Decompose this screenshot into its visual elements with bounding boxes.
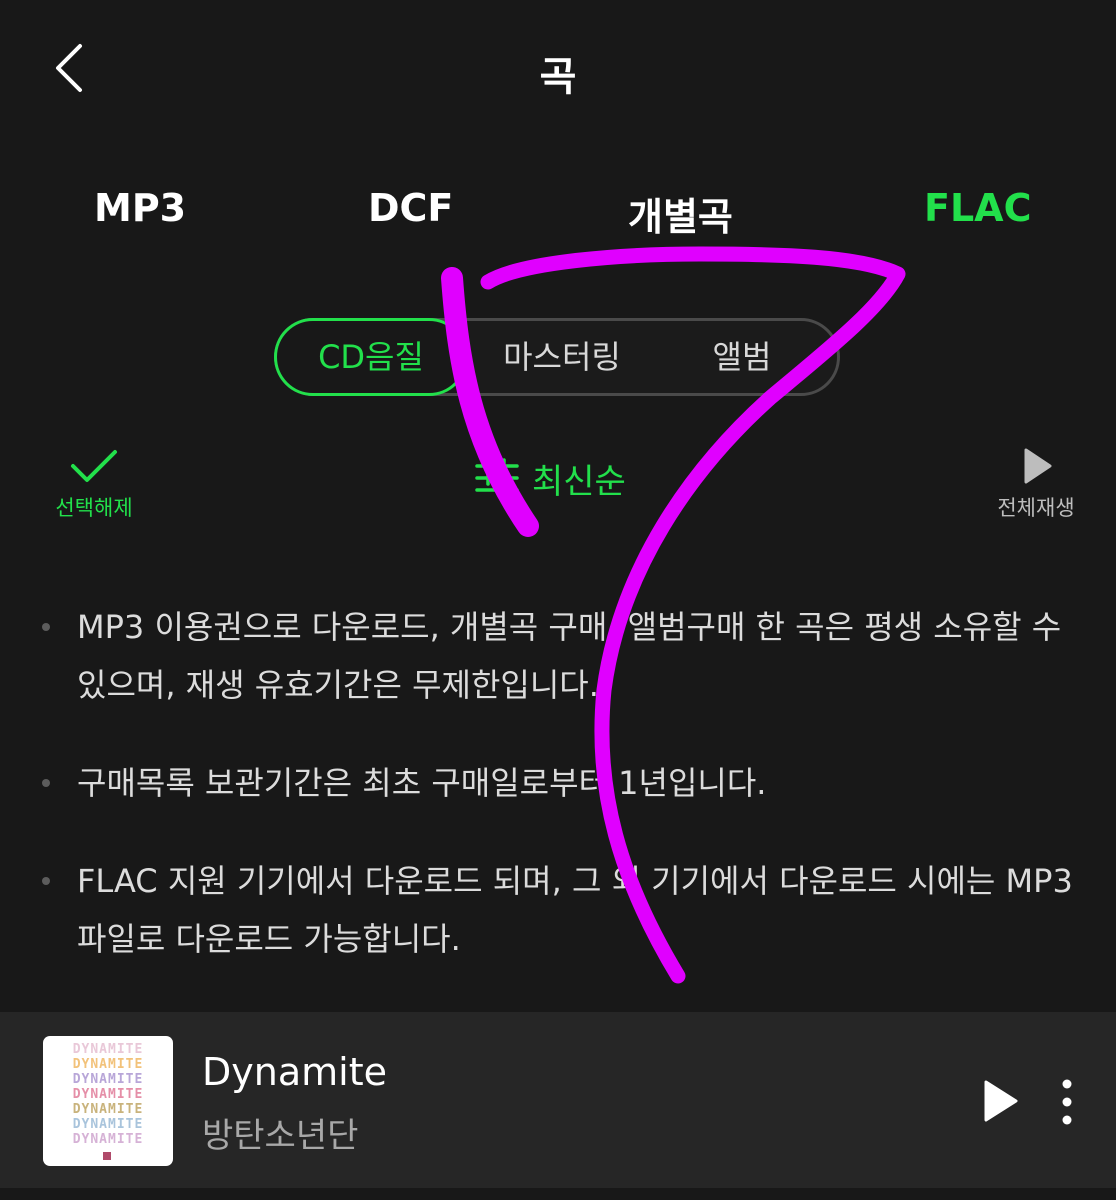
album-art-text: DYNAMITE [72, 1117, 144, 1132]
sort-filter-icon [475, 458, 519, 498]
quality-segmented-control: CD음질 마스터링 앨범 [274, 318, 840, 396]
deselect-label: 선택해제 [55, 496, 133, 520]
play-all-button[interactable]: 전체재생 [986, 446, 1086, 522]
tab-flac[interactable]: FLAC [924, 186, 1031, 230]
tab-mp3[interactable]: MP3 [94, 186, 186, 230]
album-art-logo [103, 1152, 111, 1160]
track-title: Dynamite [202, 1050, 387, 1094]
sort-label: 최신순 [532, 461, 626, 502]
segment-mastering[interactable]: 마스터링 [477, 318, 647, 396]
album-art-text: DYNAMITE [72, 1102, 144, 1117]
info-notes: MP3 이용권으로 다운로드, 개별곡 구매, 앨범구매 한 곡은 평생 소유할… [40, 598, 1080, 1008]
track-artist: 방탄소년단 [202, 1116, 359, 1156]
note-item: MP3 이용권으로 다운로드, 개별곡 구매, 앨범구매 한 곡은 평생 소유할… [40, 598, 1080, 714]
note-item: 구매목록 보관기간은 최초 구매일로부터 1년입니다. [40, 754, 1080, 812]
page-title: 곡 [539, 54, 577, 100]
deselect-button[interactable]: 선택해제 [44, 446, 144, 522]
play-icon [984, 1080, 1018, 1122]
play-all-label: 전체재생 [997, 496, 1075, 520]
sort-button[interactable]: 최신순 [474, 452, 626, 504]
more-vertical-icon [1062, 1079, 1072, 1125]
more-options-button[interactable] [1054, 1078, 1080, 1128]
album-art-text: DYNAMITE [72, 1087, 144, 1102]
mini-player[interactable]: DYNAMITE DYNAMITE DYNAMITE DYNAMITE DYNA… [0, 1012, 1116, 1188]
play-icon [1024, 448, 1052, 484]
album-art[interactable]: DYNAMITE DYNAMITE DYNAMITE DYNAMITE DYNA… [43, 1036, 173, 1166]
album-art-text: DYNAMITE [72, 1132, 144, 1147]
segment-album[interactable]: 앨범 [657, 318, 827, 396]
album-art-text: DYNAMITE [72, 1057, 144, 1072]
tab-individual-songs[interactable]: 개별곡 [628, 186, 733, 241]
note-item: FLAC 지원 기기에서 다운로드 되며, 그 외 기기에서 다운로드 시에는 … [40, 852, 1080, 968]
check-icon [71, 450, 117, 482]
tab-dcf[interactable]: DCF [368, 186, 453, 230]
play-button[interactable] [980, 1078, 1022, 1124]
album-art-text: DYNAMITE [72, 1072, 144, 1087]
segment-cd-quality[interactable]: CD음질 [274, 318, 468, 396]
album-art-text: DYNAMITE [72, 1042, 144, 1057]
